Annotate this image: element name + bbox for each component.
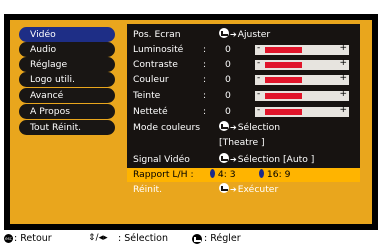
status-selection: : Sélection bbox=[118, 233, 169, 244]
minus-icon: - bbox=[257, 58, 261, 68]
enter-button-icon bbox=[192, 234, 202, 244]
enter-icon bbox=[219, 121, 229, 131]
signal-video-action: ➔Sélection [Auto ] bbox=[219, 153, 314, 167]
rapport-row[interactable]: Rapport L/H : 4: 3 16: 9 bbox=[127, 168, 360, 182]
rapport-option-16-9-label: 16: 9 bbox=[266, 169, 291, 180]
mode-couleurs-row[interactable]: Mode couleurs ➔Sélection bbox=[127, 121, 360, 135]
signal-video-row[interactable]: Signal Vidéo ➔Sélection [Auto ] bbox=[127, 153, 360, 167]
minus-icon: - bbox=[257, 43, 261, 53]
luminosite-slider[interactable]: - + bbox=[255, 43, 349, 55]
menu-item-audio[interactable]: Audio bbox=[19, 42, 115, 57]
arrow-right-icon: ➔ bbox=[230, 123, 237, 132]
luminosite-value: 0 bbox=[225, 44, 231, 55]
contraste-label: Contraste bbox=[133, 59, 178, 70]
minus-icon: - bbox=[257, 105, 261, 115]
navigation-arrows-icon: ⇕/◂▸ bbox=[88, 233, 108, 243]
reinit-action: ➔Exécuter bbox=[219, 183, 278, 197]
menu-item-apropos[interactable]: A Propos bbox=[19, 104, 115, 119]
plus-icon: + bbox=[339, 89, 347, 99]
menu-item-video[interactable]: Vidéo bbox=[19, 27, 115, 42]
mode-couleurs-action-label: Sélection bbox=[237, 122, 281, 133]
menu-item-reinit-all[interactable]: Tout Réinit. bbox=[19, 120, 115, 135]
arrow-right-icon: ➔ bbox=[230, 30, 237, 39]
mode-couleurs-action: ➔Sélection bbox=[219, 121, 280, 135]
teinte-value: 0 bbox=[225, 90, 231, 101]
status-retour: : Retour bbox=[14, 233, 52, 244]
colon: : bbox=[203, 59, 207, 70]
esc-button-icon bbox=[4, 234, 13, 243]
pos-ecran-action-label: Ajuster bbox=[237, 29, 271, 40]
rapport-label: Rapport L/H : bbox=[133, 169, 194, 180]
enter-icon bbox=[219, 153, 229, 163]
reinit-row[interactable]: Réinit. ➔Exécuter bbox=[127, 183, 360, 197]
contraste-slider[interactable]: - + bbox=[255, 58, 349, 70]
plus-icon: + bbox=[339, 58, 347, 68]
arrow-right-icon: ➔ bbox=[230, 155, 237, 164]
status-bar: : Retour ⇕/◂▸ : Sélection : Régler bbox=[0, 231, 382, 246]
slider-fill bbox=[265, 77, 302, 83]
radio-icon bbox=[259, 169, 264, 178]
plus-icon: + bbox=[339, 43, 347, 53]
contraste-value: 0 bbox=[225, 59, 231, 70]
signal-video-label: Signal Vidéo bbox=[133, 154, 190, 165]
colon: : bbox=[203, 44, 207, 55]
couleur-value: 0 bbox=[225, 74, 231, 85]
couleur-label: Couleur bbox=[133, 74, 169, 85]
mode-couleurs-label: Mode couleurs bbox=[133, 122, 201, 133]
pos-ecran-label: Pos. Ecran bbox=[133, 29, 181, 40]
rapport-option-16-9[interactable]: 16: 9 bbox=[259, 168, 290, 182]
minus-icon: - bbox=[257, 73, 261, 83]
status-regler: : Régler bbox=[204, 233, 241, 244]
teinte-row[interactable]: Teinte : 0 - + bbox=[127, 89, 360, 103]
teinte-slider[interactable]: - + bbox=[255, 89, 349, 101]
slider-fill bbox=[265, 47, 302, 53]
luminosite-label: Luminosité bbox=[133, 44, 184, 55]
colon: : bbox=[203, 106, 207, 117]
menu-item-avance[interactable]: Avancé bbox=[19, 88, 115, 103]
contraste-row[interactable]: Contraste : 0 - + bbox=[127, 58, 360, 72]
slider-fill bbox=[265, 62, 302, 68]
plus-icon: + bbox=[339, 73, 347, 83]
pos-ecran-action: ➔Ajuster bbox=[219, 28, 270, 42]
nettete-row[interactable]: Netteté : 0 - + bbox=[127, 105, 360, 119]
pos-ecran-row[interactable]: Pos. Ecran ➔Ajuster bbox=[127, 28, 360, 42]
enter-icon bbox=[219, 183, 229, 193]
reinit-action-label: Exécuter bbox=[237, 184, 279, 195]
nettete-value: 0 bbox=[225, 106, 231, 117]
menu-item-reglage[interactable]: Réglage bbox=[19, 57, 115, 72]
rapport-option-4-3-label: 4: 3 bbox=[217, 169, 236, 180]
slider-fill bbox=[265, 109, 302, 115]
colon: : bbox=[203, 74, 207, 85]
couleur-row[interactable]: Couleur : 0 - + bbox=[127, 73, 360, 87]
radio-selected-icon bbox=[210, 169, 215, 178]
mode-couleurs-current: [Theatre ] bbox=[219, 137, 265, 148]
nettete-label: Netteté bbox=[133, 106, 168, 117]
luminosite-row[interactable]: Luminosité : 0 - + bbox=[127, 43, 360, 57]
nettete-slider[interactable]: - + bbox=[255, 105, 349, 117]
reinit-label: Réinit. bbox=[133, 184, 163, 195]
plus-icon: + bbox=[339, 105, 347, 115]
rapport-option-4-3[interactable]: 4: 3 bbox=[210, 168, 236, 182]
signal-video-action-label: Sélection [Auto ] bbox=[237, 154, 315, 165]
teinte-label: Teinte bbox=[133, 90, 161, 101]
mode-couleurs-current-row: [Theatre ] bbox=[127, 136, 360, 150]
menu-item-logo[interactable]: Logo utili. bbox=[19, 72, 115, 87]
slider-fill bbox=[265, 93, 302, 99]
arrow-right-icon: ➔ bbox=[230, 185, 237, 194]
minus-icon: - bbox=[257, 89, 261, 99]
colon: : bbox=[203, 90, 207, 101]
couleur-slider[interactable]: - + bbox=[255, 73, 349, 85]
enter-icon bbox=[219, 28, 229, 38]
projector-osd-screen: Vidéo Audio Réglage Logo utili. Avancé A… bbox=[0, 0, 382, 246]
